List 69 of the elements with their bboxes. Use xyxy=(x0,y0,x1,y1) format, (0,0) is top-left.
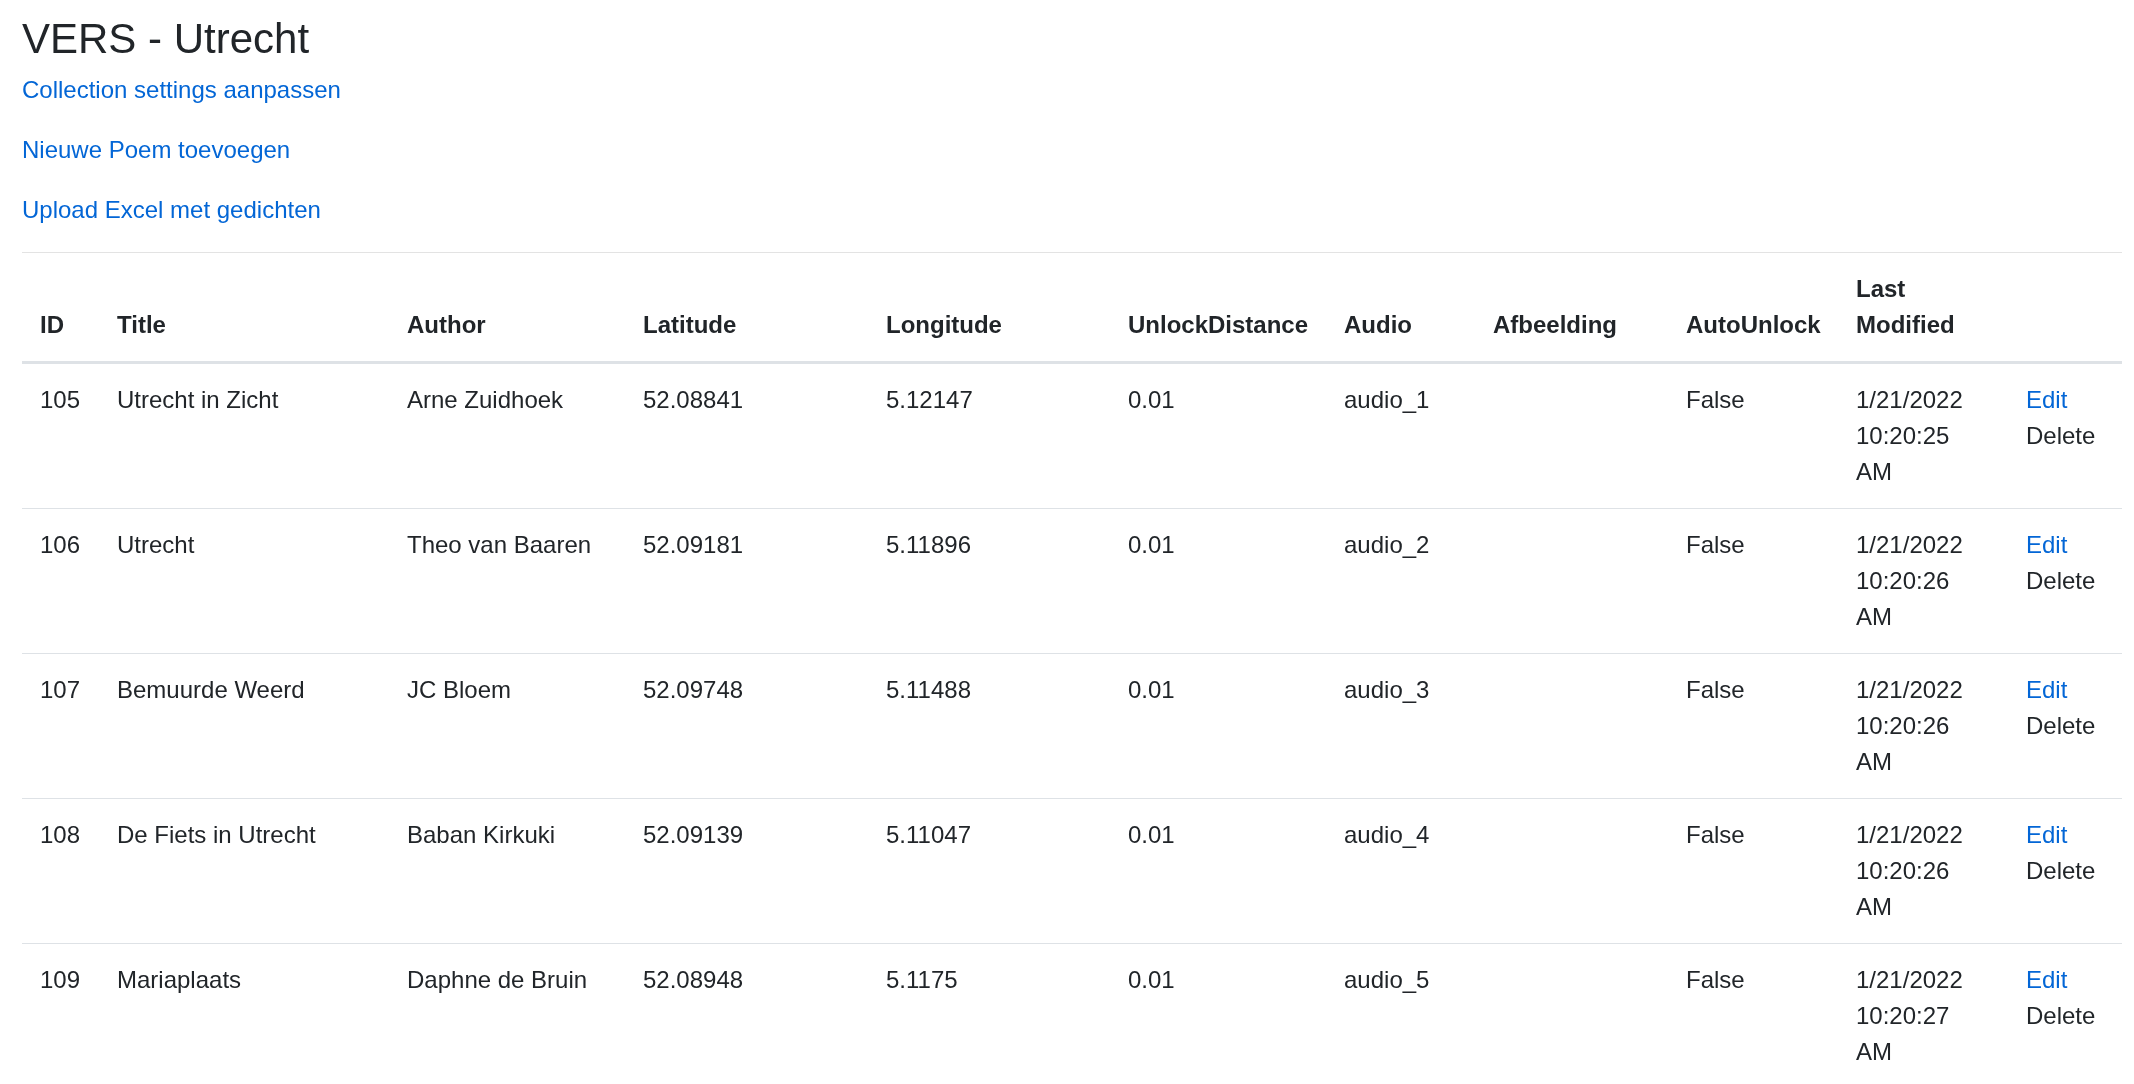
column-header: ID xyxy=(40,311,64,339)
table-cell: 1/21/2022 10:20:26 AM xyxy=(1856,821,1963,921)
column-header: Author xyxy=(407,311,486,339)
table-cell: False xyxy=(1686,821,1745,849)
edit-link[interactable]: Edit xyxy=(2026,531,2068,559)
table-cell: audio_5 xyxy=(1344,966,1430,994)
table-cell: 52.09181 xyxy=(643,531,744,559)
table-cell: 1/21/2022 10:20:26 AM xyxy=(1856,531,1963,631)
table-cell: 0.01 xyxy=(1128,676,1175,704)
column-header: Title xyxy=(117,311,166,339)
table-cell: Bemuurde Weerd xyxy=(117,676,305,704)
table-cell: audio_3 xyxy=(1344,676,1430,704)
table-cell: 0.01 xyxy=(1128,386,1175,414)
table-cell: 1/21/2022 10:20:27 AM xyxy=(1856,966,1963,1066)
table-cell: 0.01 xyxy=(1128,821,1175,849)
edit-link[interactable]: Edit xyxy=(2026,676,2068,704)
table-cell: 1/21/2022 10:20:26 AM xyxy=(1856,676,1963,776)
table-cell: audio_4 xyxy=(1344,821,1430,849)
table-cell: 5.11047 xyxy=(886,821,971,849)
table-cell: audio_1 xyxy=(1344,386,1430,414)
column-header: UnlockDistance xyxy=(1128,311,1309,339)
table-cell: 105 xyxy=(40,386,81,414)
table-cell: De Fiets in Utrecht xyxy=(117,821,316,849)
table-cell: False xyxy=(1686,386,1745,414)
table-cell: audio_2 xyxy=(1344,531,1430,559)
table-cell: Mariaplaats xyxy=(117,966,242,994)
table-cell: Utrecht in Zicht xyxy=(117,386,279,414)
page-link[interactable]: Nieuwe Poem toevoegen xyxy=(22,136,291,164)
table-cell: JC Bloem xyxy=(407,676,512,704)
table-cell: Theo van Baaren xyxy=(407,531,592,559)
table-cell: 5.11896 xyxy=(886,531,971,559)
table-cell: Daphne de Bruin xyxy=(407,966,588,994)
table-cell: 52.09748 xyxy=(643,676,744,704)
table-cell: False xyxy=(1686,676,1745,704)
page-link[interactable]: Upload Excel met gedichten xyxy=(22,196,321,224)
delete-link[interactable]: Delete xyxy=(2026,567,2096,595)
table-cell: 109 xyxy=(40,966,81,994)
table-cell: 52.09139 xyxy=(643,821,744,849)
table-cell: 0.01 xyxy=(1128,531,1175,559)
table-cell: 106 xyxy=(40,531,81,559)
edit-link[interactable]: Edit xyxy=(2026,386,2068,414)
edit-link[interactable]: Edit xyxy=(2026,966,2068,994)
column-header: Latitude xyxy=(643,311,737,339)
table-cell: 5.12147 xyxy=(886,386,973,414)
table-cell: 5.11488 xyxy=(886,676,971,704)
column-header: Last Modified xyxy=(1856,275,1955,339)
delete-link[interactable]: Delete xyxy=(2026,422,2096,450)
column-header: Longitude xyxy=(886,311,1002,339)
table-cell: 52.08948 xyxy=(643,966,744,994)
delete-link[interactable]: Delete xyxy=(2026,1002,2096,1030)
table-cell: 52.08841 xyxy=(643,386,744,414)
delete-link[interactable]: Delete xyxy=(2026,712,2096,740)
table-cell: 108 xyxy=(40,821,81,849)
page-link[interactable]: Collection settings aanpassen xyxy=(22,76,341,104)
table-cell: Utrecht xyxy=(117,531,195,559)
table-cell: 1/21/2022 10:20:25 AM xyxy=(1856,386,1963,486)
table-cell: False xyxy=(1686,966,1745,994)
table-cell: 5.1175 xyxy=(886,966,958,994)
delete-link[interactable]: Delete xyxy=(2026,857,2096,885)
table-cell: False xyxy=(1686,531,1745,559)
column-header: AutoUnlock xyxy=(1686,311,1821,339)
page-title: VERS - Utrecht xyxy=(22,14,311,64)
table-cell: Arne Zuidhoek xyxy=(407,386,564,414)
table-cell: 0.01 xyxy=(1128,966,1175,994)
column-header: Audio xyxy=(1344,311,1412,339)
column-header: Afbeelding xyxy=(1493,311,1617,339)
edit-link[interactable]: Edit xyxy=(2026,821,2068,849)
table-cell: Baban Kirkuki xyxy=(407,821,556,849)
table-cell: 107 xyxy=(40,676,81,704)
